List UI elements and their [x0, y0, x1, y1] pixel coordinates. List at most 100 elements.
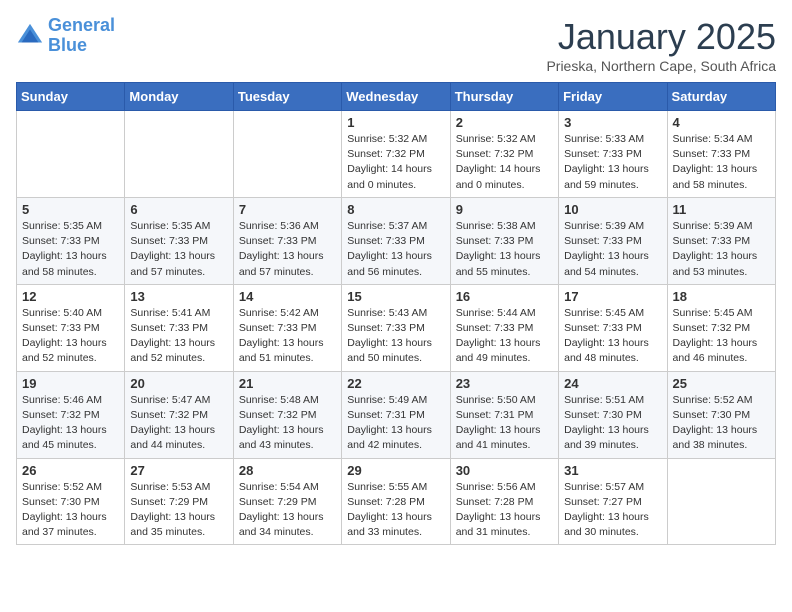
day-info: Sunrise: 5:46 AM Sunset: 7:32 PM Dayligh… [22, 393, 119, 454]
day-info: Sunrise: 5:45 AM Sunset: 7:32 PM Dayligh… [673, 306, 770, 367]
calendar-cell: 12 Sunrise: 5:40 AM Sunset: 7:33 PM Dayli… [17, 284, 125, 371]
calendar-cell: 24Sunrise: 5:51 AM Sunset: 7:30 PM Dayli… [559, 371, 667, 458]
logo-line1: General [48, 15, 115, 35]
day-number: 19 [22, 376, 119, 391]
day-info: Sunrise: 5:44 AM Sunset: 7:33 PM Dayligh… [456, 306, 553, 367]
day-info: Sunrise: 5:51 AM Sunset: 7:30 PM Dayligh… [564, 393, 661, 454]
day-info: Sunrise: 5:35 AM Sunset: 7:33 PM Dayligh… [130, 219, 227, 280]
calendar-cell: 31Sunrise: 5:57 AM Sunset: 7:27 PM Dayli… [559, 458, 667, 545]
day-info: Sunrise: 5:57 AM Sunset: 7:27 PM Dayligh… [564, 480, 661, 541]
calendar-cell: 25Sunrise: 5:52 AM Sunset: 7:30 PM Dayli… [667, 371, 775, 458]
calendar-cell: 30 Sunrise: 5:56 AM Sunset: 7:28 PM Dayli… [450, 458, 558, 545]
calendar-cell: 29 Sunrise: 5:55 AM Sunset: 7:28 PM Dayli… [342, 458, 450, 545]
day-number: 27 [130, 463, 227, 478]
calendar-cell: 6 Sunrise: 5:35 AM Sunset: 7:33 PM Daylig… [125, 197, 233, 284]
day-info: Sunrise: 5:45 AM Sunset: 7:33 PM Dayligh… [564, 306, 661, 367]
header: General Blue January 2025 Prieska, North… [16, 16, 776, 74]
day-info: Sunrise: 5:49 AM Sunset: 7:31 PM Dayligh… [347, 393, 444, 454]
calendar-cell: 27 Sunrise: 5:53 AM Sunset: 7:29 PM Dayli… [125, 458, 233, 545]
day-number: 17 [564, 289, 661, 304]
day-info: Sunrise: 5:33 AM Sunset: 7:33 PM Dayligh… [564, 132, 661, 193]
calendar-cell: 13 Sunrise: 5:41 AM Sunset: 7:33 PM Dayli… [125, 284, 233, 371]
day-info: Sunrise: 5:40 AM Sunset: 7:33 PM Dayligh… [22, 306, 119, 367]
day-info: Sunrise: 5:41 AM Sunset: 7:33 PM Dayligh… [130, 306, 227, 367]
day-info: Sunrise: 5:47 AM Sunset: 7:32 PM Dayligh… [130, 393, 227, 454]
day-info: Sunrise: 5:34 AM Sunset: 7:33 PM Dayligh… [673, 132, 770, 193]
day-number: 13 [130, 289, 227, 304]
calendar-week-row: 19 Sunrise: 5:46 AM Sunset: 7:32 PM Dayli… [17, 371, 776, 458]
weekday-header: Friday [559, 83, 667, 111]
weekday-header: Monday [125, 83, 233, 111]
day-info: Sunrise: 5:53 AM Sunset: 7:29 PM Dayligh… [130, 480, 227, 541]
day-number: 11 [673, 202, 770, 217]
day-number: 9 [456, 202, 553, 217]
calendar-cell: 11 Sunrise: 5:39 AM Sunset: 7:33 PM Dayli… [667, 197, 775, 284]
day-info: Sunrise: 5:35 AM Sunset: 7:33 PM Dayligh… [22, 219, 119, 280]
logo-text: General Blue [48, 16, 115, 56]
day-number: 6 [130, 202, 227, 217]
day-number: 14 [239, 289, 336, 304]
day-info: Sunrise: 5:43 AM Sunset: 7:33 PM Dayligh… [347, 306, 444, 367]
calendar-week-row: 26 Sunrise: 5:52 AM Sunset: 7:30 PM Dayli… [17, 458, 776, 545]
day-number: 29 [347, 463, 444, 478]
day-number: 4 [673, 115, 770, 130]
calendar-cell: 15Sunrise: 5:43 AM Sunset: 7:33 PM Dayli… [342, 284, 450, 371]
logo: General Blue [16, 16, 115, 56]
calendar-cell: 20 Sunrise: 5:47 AM Sunset: 7:32 PM Dayli… [125, 371, 233, 458]
weekday-header: Wednesday [342, 83, 450, 111]
day-info: Sunrise: 5:55 AM Sunset: 7:28 PM Dayligh… [347, 480, 444, 541]
day-number: 21 [239, 376, 336, 391]
calendar-cell: 5 Sunrise: 5:35 AM Sunset: 7:33 PM Daylig… [17, 197, 125, 284]
day-info: Sunrise: 5:36 AM Sunset: 7:33 PM Dayligh… [239, 219, 336, 280]
calendar-cell [17, 111, 125, 198]
day-number: 26 [22, 463, 119, 478]
logo-icon [16, 22, 44, 50]
weekday-header-row: SundayMondayTuesdayWednesdayThursdayFrid… [17, 83, 776, 111]
weekday-header: Sunday [17, 83, 125, 111]
day-number: 5 [22, 202, 119, 217]
day-number: 3 [564, 115, 661, 130]
calendar-cell: 9 Sunrise: 5:38 AM Sunset: 7:33 PM Daylig… [450, 197, 558, 284]
weekday-header: Saturday [667, 83, 775, 111]
day-info: Sunrise: 5:56 AM Sunset: 7:28 PM Dayligh… [456, 480, 553, 541]
day-info: Sunrise: 5:37 AM Sunset: 7:33 PM Dayligh… [347, 219, 444, 280]
calendar-cell: 18 Sunrise: 5:45 AM Sunset: 7:32 PM Dayli… [667, 284, 775, 371]
weekday-header: Tuesday [233, 83, 341, 111]
day-number: 20 [130, 376, 227, 391]
day-info: Sunrise: 5:32 AM Sunset: 7:32 PM Dayligh… [456, 132, 553, 193]
calendar-cell: 23Sunrise: 5:50 AM Sunset: 7:31 PM Dayli… [450, 371, 558, 458]
day-info: Sunrise: 5:52 AM Sunset: 7:30 PM Dayligh… [22, 480, 119, 541]
day-info: Sunrise: 5:39 AM Sunset: 7:33 PM Dayligh… [673, 219, 770, 280]
calendar-cell: 17 Sunrise: 5:45 AM Sunset: 7:33 PM Dayli… [559, 284, 667, 371]
calendar-cell: 4 Sunrise: 5:34 AM Sunset: 7:33 PM Daylig… [667, 111, 775, 198]
calendar-cell: 26 Sunrise: 5:52 AM Sunset: 7:30 PM Dayli… [17, 458, 125, 545]
calendar-cell [233, 111, 341, 198]
weekday-header: Thursday [450, 83, 558, 111]
day-number: 10 [564, 202, 661, 217]
day-info: Sunrise: 5:54 AM Sunset: 7:29 PM Dayligh… [239, 480, 336, 541]
day-number: 18 [673, 289, 770, 304]
day-number: 23 [456, 376, 553, 391]
calendar-cell: 10 Sunrise: 5:39 AM Sunset: 7:33 PM Dayli… [559, 197, 667, 284]
calendar-week-row: 1Sunrise: 5:32 AM Sunset: 7:32 PM Daylig… [17, 111, 776, 198]
logo-line2: Blue [48, 35, 87, 55]
day-info: Sunrise: 5:38 AM Sunset: 7:33 PM Dayligh… [456, 219, 553, 280]
calendar-cell: 2 Sunrise: 5:32 AM Sunset: 7:32 PM Daylig… [450, 111, 558, 198]
day-number: 8 [347, 202, 444, 217]
calendar-cell [125, 111, 233, 198]
day-number: 12 [22, 289, 119, 304]
subtitle: Prieska, Northern Cape, South Africa [546, 58, 776, 74]
day-number: 30 [456, 463, 553, 478]
calendar-cell: 21 Sunrise: 5:48 AM Sunset: 7:32 PM Dayli… [233, 371, 341, 458]
day-number: 16 [456, 289, 553, 304]
calendar-cell: 22 Sunrise: 5:49 AM Sunset: 7:31 PM Dayli… [342, 371, 450, 458]
day-info: Sunrise: 5:52 AM Sunset: 7:30 PM Dayligh… [673, 393, 770, 454]
calendar-cell: 1Sunrise: 5:32 AM Sunset: 7:32 PM Daylig… [342, 111, 450, 198]
calendar-cell: 16 Sunrise: 5:44 AM Sunset: 7:33 PM Dayli… [450, 284, 558, 371]
calendar-cell: 3 Sunrise: 5:33 AM Sunset: 7:33 PM Daylig… [559, 111, 667, 198]
day-number: 22 [347, 376, 444, 391]
day-info: Sunrise: 5:42 AM Sunset: 7:33 PM Dayligh… [239, 306, 336, 367]
day-number: 2 [456, 115, 553, 130]
day-info: Sunrise: 5:48 AM Sunset: 7:32 PM Dayligh… [239, 393, 336, 454]
day-info: Sunrise: 5:39 AM Sunset: 7:33 PM Dayligh… [564, 219, 661, 280]
